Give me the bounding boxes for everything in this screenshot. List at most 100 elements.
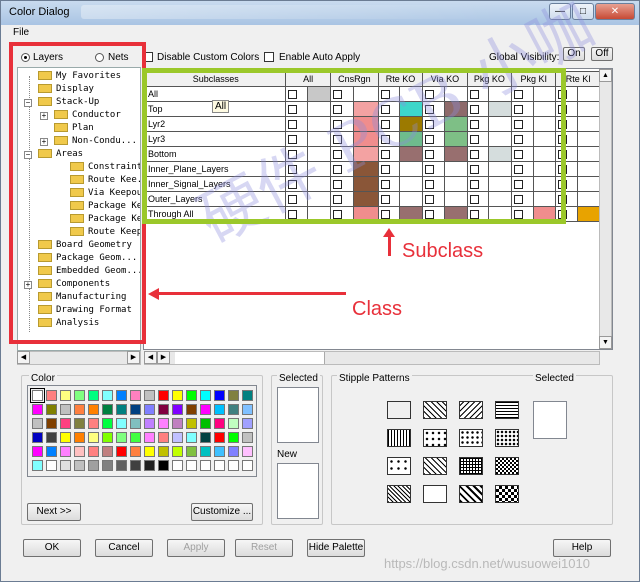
color-swatch-cell[interactable] <box>576 176 602 192</box>
palette-color-cell[interactable] <box>172 446 183 457</box>
color-swatch-cell[interactable] <box>576 161 602 177</box>
palette-color-cell[interactable] <box>102 432 113 443</box>
close-button[interactable]: ✕ <box>595 3 635 20</box>
palette-color-cell[interactable] <box>88 446 99 457</box>
cancel-button[interactable]: Cancel <box>95 539 153 557</box>
palette-color-cell[interactable] <box>242 404 253 415</box>
palette-color-cell[interactable] <box>172 418 183 429</box>
palette-color-cell[interactable] <box>88 404 99 415</box>
palette-color-cell[interactable] <box>116 432 127 443</box>
stipple-pattern-swatch[interactable] <box>459 457 483 475</box>
palette-color-cell[interactable] <box>88 418 99 429</box>
stipple-pattern-swatch[interactable] <box>495 485 519 503</box>
color-swatch-cell[interactable] <box>576 191 602 207</box>
palette-color-cell[interactable] <box>158 460 169 471</box>
color-swatch[interactable] <box>577 207 600 221</box>
ok-button[interactable]: OK <box>23 539 81 557</box>
palette-color-cell[interactable] <box>144 390 155 401</box>
palette-color-cell[interactable] <box>46 418 57 429</box>
palette-color-cell[interactable] <box>130 418 141 429</box>
palette-color-cell[interactable] <box>214 432 225 443</box>
palette-color-cell[interactable] <box>102 390 113 401</box>
palette-color-cell[interactable] <box>242 418 253 429</box>
palette-color-cell[interactable] <box>116 418 127 429</box>
palette-color-cell[interactable] <box>60 460 71 471</box>
palette-color-cell[interactable] <box>144 432 155 443</box>
stipple-pattern-swatch[interactable] <box>495 401 519 419</box>
palette-color-cell[interactable] <box>116 446 127 457</box>
palette-color-cell[interactable] <box>242 432 253 443</box>
stipple-pattern-swatch[interactable] <box>459 401 483 419</box>
palette-color-cell[interactable] <box>172 432 183 443</box>
palette-color-cell[interactable] <box>130 390 141 401</box>
palette-color-cell[interactable] <box>186 418 197 429</box>
palette-color-cell[interactable] <box>88 432 99 443</box>
stipple-pattern-swatch[interactable] <box>423 485 447 503</box>
palette-color-cell[interactable] <box>60 432 71 443</box>
palette-color-cell[interactable] <box>186 460 197 471</box>
palette-color-cell[interactable] <box>74 418 85 429</box>
customize-button[interactable]: Customize ... <box>191 503 253 521</box>
reset-button[interactable]: Reset <box>235 539 293 557</box>
palette-color-cell[interactable] <box>74 390 85 401</box>
help-button[interactable]: Help <box>553 539 611 557</box>
palette-color-cell[interactable] <box>158 418 169 429</box>
palette-color-cell[interactable] <box>130 460 141 471</box>
palette-color-cell[interactable] <box>158 390 169 401</box>
palette-color-cell[interactable] <box>116 390 127 401</box>
palette-color-cell[interactable] <box>32 404 43 415</box>
palette-color-cell[interactable] <box>46 404 57 415</box>
palette-color-cell[interactable] <box>102 460 113 471</box>
palette-color-cell[interactable] <box>200 446 211 457</box>
stipple-pattern-swatch[interactable] <box>495 429 519 447</box>
enable-auto-apply-checkbox[interactable] <box>264 52 274 62</box>
color-swatch-cell[interactable] <box>576 101 602 117</box>
grid-scroll-right-arrow[interactable]: ▶ <box>157 351 170 364</box>
palette-color-cell[interactable] <box>74 460 85 471</box>
color-swatch-cell[interactable] <box>576 146 602 162</box>
palette-color-cell[interactable] <box>228 432 239 443</box>
stipple-pattern-swatch[interactable] <box>423 401 447 419</box>
stipple-pattern-swatch[interactable] <box>387 457 411 475</box>
palette-color-cell[interactable] <box>242 390 253 401</box>
palette-color-cell[interactable] <box>144 404 155 415</box>
tree-scroll-left-arrow[interactable]: ◀ <box>17 351 30 364</box>
palette-color-cell[interactable] <box>74 432 85 443</box>
palette-color-cell[interactable] <box>74 404 85 415</box>
stipple-pattern-swatch[interactable] <box>423 457 447 475</box>
palette-color-cell[interactable] <box>116 404 127 415</box>
palette-color-cell[interactable] <box>228 404 239 415</box>
stipple-pattern-swatch[interactable] <box>459 429 483 447</box>
palette-color-cell[interactable] <box>32 460 43 471</box>
palette-color-cell[interactable] <box>214 460 225 471</box>
palette-color-cell[interactable] <box>102 404 113 415</box>
palette-color-cell[interactable] <box>228 418 239 429</box>
stipple-pattern-swatch[interactable] <box>387 429 411 447</box>
color-swatch-cell[interactable] <box>576 206 602 222</box>
palette-color-cell[interactable] <box>60 404 71 415</box>
palette-color-cell[interactable] <box>158 432 169 443</box>
palette-color-cell[interactable] <box>186 446 197 457</box>
palette-color-cell[interactable] <box>74 446 85 457</box>
palette-color-cell[interactable] <box>228 446 239 457</box>
palette-color-cell[interactable] <box>200 390 211 401</box>
palette-color-cell[interactable] <box>144 446 155 457</box>
palette-color-cell[interactable] <box>214 390 225 401</box>
palette-color-cell[interactable] <box>102 418 113 429</box>
next-button[interactable]: Next >> <box>27 503 81 521</box>
palette-color-cell[interactable] <box>158 446 169 457</box>
palette-color-cell[interactable] <box>88 390 99 401</box>
palette-color-cell[interactable] <box>228 390 239 401</box>
color-swatch-cell[interactable] <box>576 131 602 147</box>
palette-color-cell[interactable] <box>200 418 211 429</box>
palette-color-cell[interactable] <box>186 432 197 443</box>
palette-color-cell[interactable] <box>32 432 43 443</box>
color-palette[interactable] <box>27 385 257 477</box>
palette-color-cell[interactable] <box>144 418 155 429</box>
palette-color-cell[interactable] <box>172 390 183 401</box>
palette-color-cell[interactable] <box>130 446 141 457</box>
stipple-pattern-swatch[interactable] <box>423 429 447 447</box>
color-swatch-cell[interactable] <box>576 86 602 102</box>
palette-color-cell[interactable] <box>32 418 43 429</box>
palette-color-cell[interactable] <box>228 460 239 471</box>
